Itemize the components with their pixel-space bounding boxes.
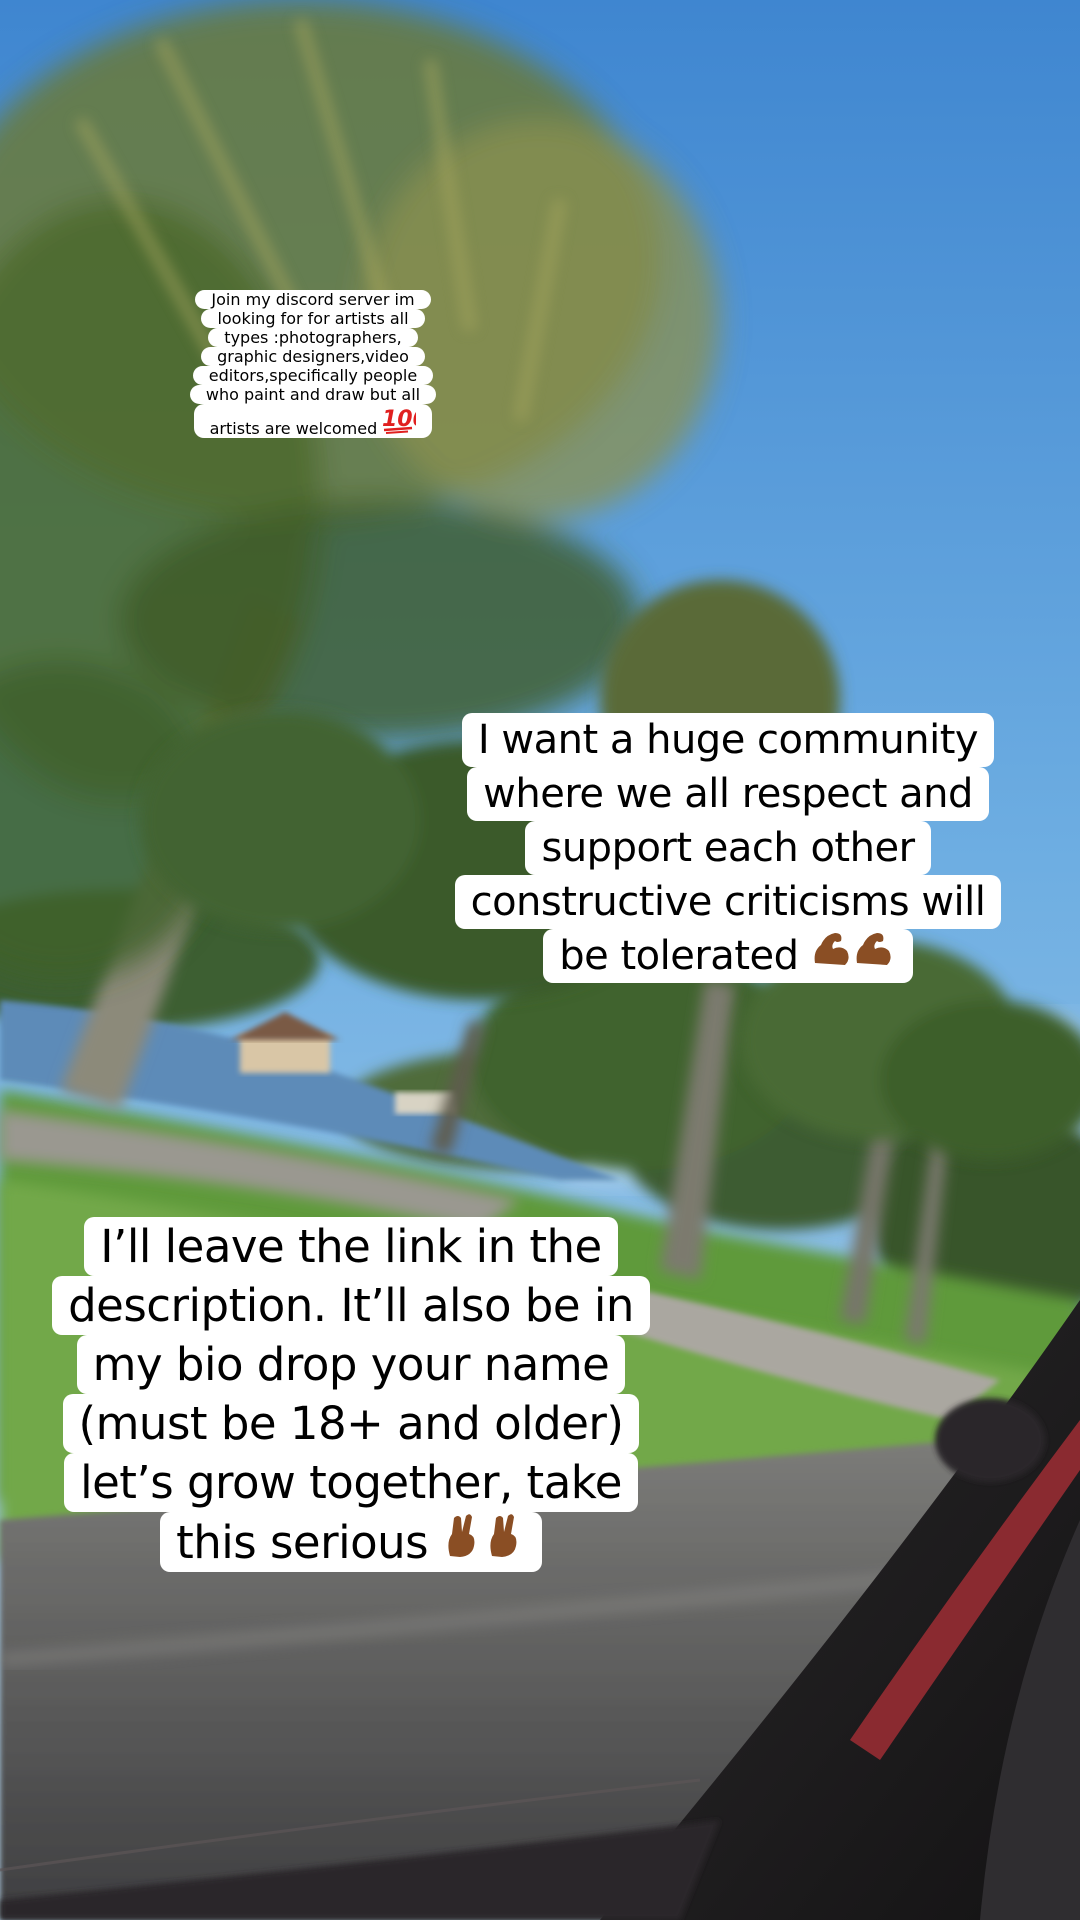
caption-line: my bio drop your name [46, 1335, 656, 1394]
caption-line: let’s grow together, take [46, 1453, 656, 1512]
caption-line: this serious [46, 1512, 656, 1572]
caption-line: (must be 18+ and older) [46, 1394, 656, 1453]
caption-line: types :photographers, [55, 328, 571, 347]
caption-text: where we all respect and [467, 767, 989, 821]
caption-line: I want a huge community [436, 713, 1020, 767]
caption-text: artists are welcomed [209, 419, 378, 438]
caption-line-last: this serious [160, 1512, 542, 1572]
caption-text: graphic designers,video [201, 347, 425, 366]
flexed-biceps-icon [811, 929, 897, 969]
caption-line: support each other [436, 821, 1020, 875]
caption-text: let’s grow together, take [64, 1453, 638, 1512]
caption-text: looking for for artists all [201, 309, 425, 328]
caption-text: editors,specifically people [192, 366, 434, 385]
caption-text: be tolerated [559, 933, 799, 979]
caption-line: editors,specifically people [55, 366, 571, 385]
caption-line: where we all respect and [436, 767, 1020, 821]
caption-text: types :photographers, [208, 328, 418, 347]
hundred-points-icon: 100 [382, 404, 416, 434]
caption-line-last: be tolerated [543, 929, 913, 983]
story-caption-bottom: I’ll leave the link in the description. … [46, 1217, 656, 1572]
caption-line: who paint and draw but all [55, 385, 571, 404]
caption-text: support each other [525, 821, 931, 875]
caption-line: graphic designers,video [55, 347, 571, 366]
caption-line: artists are welcomed 100 [55, 404, 571, 438]
story-caption-top: Join my discord server im looking for fo… [55, 290, 571, 438]
caption-text: who paint and draw but all [189, 385, 437, 404]
caption-line: looking for for artists all [55, 309, 571, 328]
caption-text: this serious [176, 1516, 429, 1569]
crossed-fingers-icon [442, 1512, 526, 1558]
caption-text: (must be 18+ and older) [62, 1394, 640, 1453]
caption-line: Join my discord server im [55, 290, 571, 309]
caption-line: description. It’ll also be in [46, 1276, 656, 1335]
story-caption-middle: I want a huge community where we all res… [436, 713, 1020, 983]
caption-text: constructive criticisms will [454, 875, 1002, 929]
caption-text: I want a huge community [461, 713, 995, 767]
caption-text: description. It’ll also be in [52, 1276, 650, 1335]
caption-text: my bio drop your name [76, 1335, 626, 1394]
caption-line: be tolerated [436, 929, 1020, 983]
caption-text: Join my discord server im [195, 290, 431, 309]
caption-line: constructive criticisms will [436, 875, 1020, 929]
caption-line: I’ll leave the link in the [46, 1217, 656, 1276]
caption-line-last: artists are welcomed 100 [193, 404, 433, 438]
caption-text: I’ll leave the link in the [84, 1217, 618, 1276]
